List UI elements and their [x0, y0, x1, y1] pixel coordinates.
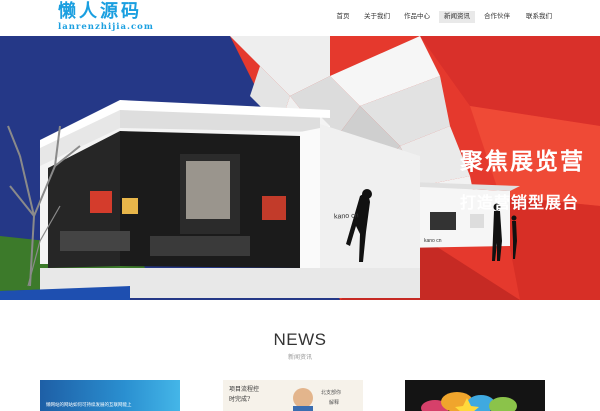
nav-item-home[interactable]: 首页 [332, 11, 355, 23]
site-header: 懒人源码 lanrenzhijia.com 首页 关于我们 作品中心 新闻资讯 … [0, 0, 600, 36]
nav-item-about[interactable]: 关于我们 [359, 11, 395, 23]
nav-item-works[interactable]: 作品中心 [399, 11, 435, 23]
news-thumb-3[interactable] [405, 380, 545, 411]
news-thumb-2[interactable]: 项目流程控 时完成? 北支部你 解释 [223, 380, 363, 411]
news-thumb-graphic [421, 392, 517, 411]
news-thumb-person [293, 388, 313, 411]
news-thumb-headline: 项目流程控 [229, 386, 260, 393]
news-section-subtitle: 新闻资讯 [287, 355, 312, 361]
news-thumb-caption: 懒网站的网站如何可持续发展的互联网能上 [46, 402, 132, 407]
nav-item-contact[interactable]: 联系我们 [521, 11, 557, 23]
news-thumb-side-text: 北支部你 [321, 390, 342, 396]
main-nav: 首页 关于我们 作品中心 新闻资讯 合作伙伴 联系我们 [0, 11, 600, 25]
banner-slogan-main: 聚焦展览营 [460, 149, 585, 175]
news-section-title: NEWS [273, 330, 327, 349]
booth-brand-label-small: kano cn [424, 238, 442, 244]
news-thumb-side-text-2: 解释 [329, 400, 340, 406]
hero-banner[interactable]: 聚焦展览营 打造营销型展台 kano cn kano cn [0, 36, 600, 300]
news-thumb-1[interactable]: 懒网站的网站如何可持续发展的互联网能上 [40, 380, 180, 411]
banner-slogan-sub: 打造营销型展台 [460, 193, 580, 212]
nav-item-partners[interactable]: 合作伙伴 [479, 11, 515, 23]
news-thumb-headline-2: 时完成? [229, 396, 251, 403]
nav-item-news[interactable]: 新闻资讯 [439, 11, 475, 23]
booth-brand-label: kano cn [333, 212, 359, 221]
